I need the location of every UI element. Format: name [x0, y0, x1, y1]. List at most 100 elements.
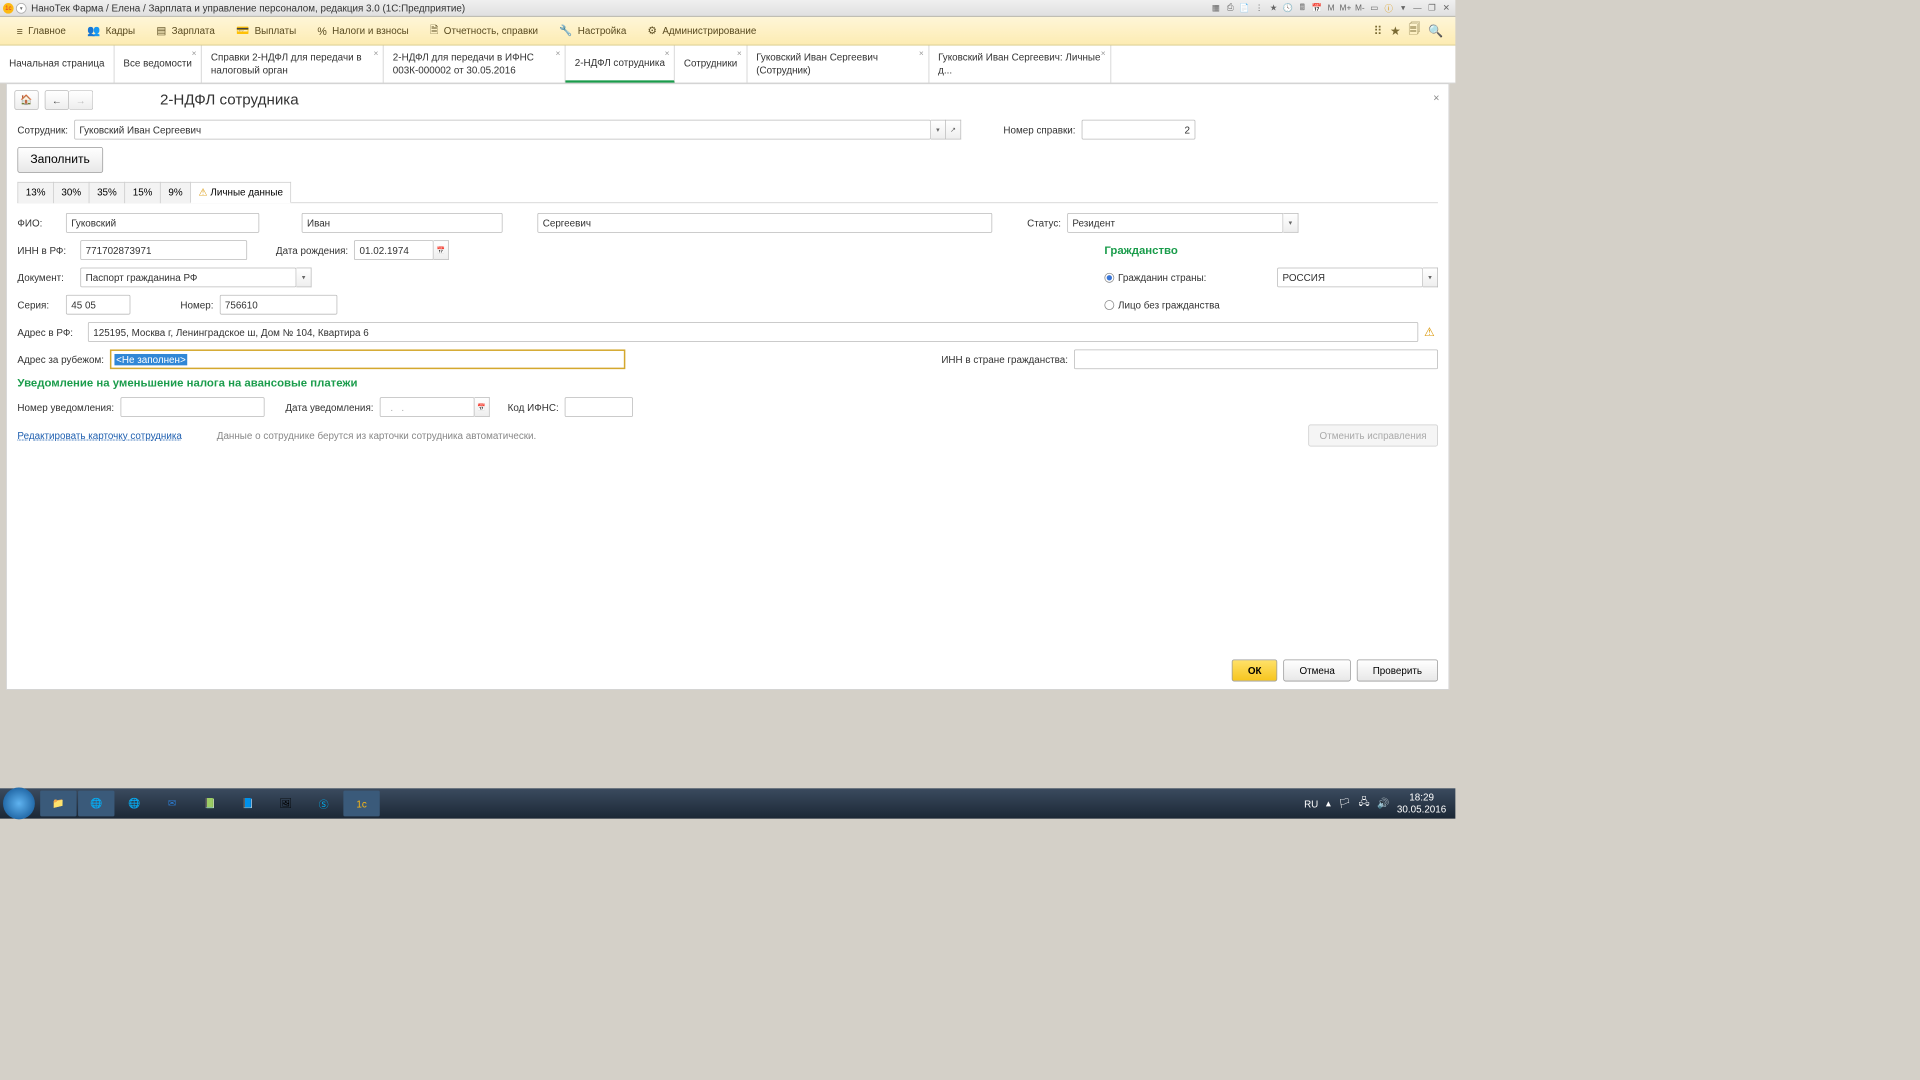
calendar-icon[interactable]: 📅	[1311, 2, 1323, 14]
search-icon[interactable]: 🔍	[1428, 23, 1443, 38]
ok-button[interactable]: ОК	[1232, 659, 1278, 681]
calendar-icon[interactable]: 📅	[474, 397, 489, 417]
1c-icon[interactable]: 1c	[343, 791, 379, 817]
menu-payments[interactable]: 💳Выплаты	[225, 17, 306, 45]
flag-icon[interactable]: 🏳	[1338, 797, 1351, 809]
inn-foreign-field[interactable]	[1074, 349, 1438, 369]
tab-employees[interactable]: Сотрудники×	[675, 45, 747, 82]
refnum-field[interactable]	[1082, 120, 1196, 140]
calc-icon[interactable]: 🖩	[1296, 2, 1308, 14]
tab-emp-card[interactable]: Гуковский Иван Сергеевич (Сотрудник)×	[747, 45, 929, 82]
addr-abroad-field[interactable]: <Не заполнен>	[110, 349, 625, 369]
explorer-icon[interactable]: 📁	[40, 791, 76, 817]
lastname-field[interactable]	[66, 213, 259, 233]
firstname-field[interactable]	[302, 213, 503, 233]
grid-icon[interactable]: ⠿	[1374, 23, 1383, 38]
excel-icon[interactable]: 📗	[192, 791, 228, 817]
edit-card-link[interactable]: Редактировать карточку сотрудника	[17, 430, 181, 441]
tab-35[interactable]: 35%	[89, 182, 125, 203]
fill-button[interactable]: Заполнить	[17, 147, 102, 173]
chevron-up-icon[interactable]: ▴	[1326, 797, 1331, 809]
home-button[interactable]: 🏠	[14, 90, 38, 110]
close-icon[interactable]: ×	[919, 49, 924, 60]
tab-personal[interactable]: ⚠Личные данные	[190, 182, 291, 203]
outlook-icon[interactable]: ✉	[154, 791, 190, 817]
check-button[interactable]: Проверить	[1357, 659, 1438, 681]
ifns-field[interactable]	[565, 397, 633, 417]
chrome-icon[interactable]: 🌐	[78, 791, 114, 817]
close-icon[interactable]: ×	[192, 49, 197, 60]
panel-icon[interactable]: ▭	[1368, 2, 1380, 14]
minimize-icon[interactable]: —	[1411, 2, 1423, 14]
notifnum-field[interactable]	[120, 397, 264, 417]
tool-icon[interactable]: ⋮	[1253, 2, 1265, 14]
sound-icon[interactable]: 🔊	[1377, 797, 1389, 809]
dob-field[interactable]	[354, 240, 434, 260]
network-icon[interactable]: 🖧	[1359, 795, 1370, 812]
tab-13[interactable]: 13%	[17, 182, 53, 203]
word-icon[interactable]: 📘	[230, 791, 266, 817]
fav-icon[interactable]: ★	[1267, 2, 1279, 14]
tab-start[interactable]: Начальная страница	[0, 45, 114, 82]
series-field[interactable]	[66, 295, 130, 315]
employee-field[interactable]	[74, 120, 931, 140]
start-button[interactable]	[3, 788, 35, 820]
cancel-button[interactable]: Отмена	[1284, 659, 1351, 681]
menu-reports[interactable]: 🗎Отчетность, справки	[419, 17, 548, 45]
tool-icon[interactable]: ⎙	[1224, 2, 1236, 14]
menu-settings[interactable]: 🔧Настройка	[549, 17, 637, 45]
clock[interactable]: 18:2930.05.2016	[1397, 792, 1446, 816]
dd-icon[interactable]: ▾	[1397, 2, 1409, 14]
skype-icon[interactable]: Ⓢ	[305, 791, 341, 817]
addr-field[interactable]: 125195, Москва г, Ленинградское ш, Дом №…	[88, 322, 1418, 342]
open-icon[interactable]: ↗	[946, 120, 961, 140]
menu-taxes[interactable]: %Налоги и взносы	[307, 17, 420, 45]
tab-9[interactable]: 9%	[160, 182, 191, 203]
dropdown-icon[interactable]: ▾	[296, 268, 311, 288]
m-icon[interactable]: M	[1325, 2, 1337, 14]
notifdate-field[interactable]	[380, 397, 475, 417]
menu-salary[interactable]: ▤Зарплата	[146, 17, 226, 45]
tool-icon[interactable]: ▦	[1210, 2, 1222, 14]
citizen-radio[interactable]	[1104, 273, 1114, 283]
info-icon[interactable]: ⓘ	[1383, 2, 1395, 14]
lang-indicator[interactable]: RU	[1304, 798, 1318, 809]
docnum-field[interactable]	[220, 295, 337, 315]
status-field[interactable]	[1067, 213, 1283, 233]
back-button[interactable]: ←	[45, 90, 69, 110]
copy-icon[interactable]: 🗐	[1408, 20, 1420, 40]
inn-field[interactable]	[80, 240, 247, 260]
stateless-radio[interactable]	[1104, 300, 1114, 310]
menu-main[interactable]: ≡Главное	[6, 17, 76, 45]
calendar-icon[interactable]: 📅	[434, 240, 449, 260]
close-icon[interactable]: ✕	[1440, 2, 1452, 14]
app-icon[interactable]: 🖼	[268, 791, 304, 817]
country-field[interactable]	[1277, 268, 1423, 288]
tool-icon[interactable]: 📄	[1239, 2, 1251, 14]
menu-staff[interactable]: 👥Кадры	[76, 17, 145, 45]
doc-field[interactable]	[80, 268, 296, 288]
tab-all[interactable]: Все ведомости×	[114, 45, 201, 82]
dropdown-icon[interactable]: ▾	[16, 3, 27, 14]
midname-field[interactable]	[537, 213, 992, 233]
mplus-icon[interactable]: M+	[1339, 2, 1351, 14]
tab-emp-personal[interactable]: Гуковский Иван Сергеевич: Личные д...×	[929, 45, 1111, 82]
close-icon[interactable]: ×	[1433, 92, 1439, 104]
maximize-icon[interactable]: ❐	[1426, 2, 1438, 14]
star-icon[interactable]: ★	[1390, 23, 1401, 38]
dropdown-icon[interactable]: ▾	[931, 120, 946, 140]
ie-icon[interactable]: 🌐	[116, 791, 152, 817]
close-icon[interactable]: ×	[1101, 49, 1106, 60]
tab-15[interactable]: 15%	[124, 182, 160, 203]
tab-2ndfl-ref[interactable]: Справки 2-НДФЛ для передачи в налоговый …	[202, 45, 384, 82]
tab-30[interactable]: 30%	[53, 182, 89, 203]
close-icon[interactable]: ×	[555, 49, 560, 60]
mminus-icon[interactable]: M-	[1354, 2, 1366, 14]
close-icon[interactable]: ×	[665, 49, 670, 60]
dropdown-icon[interactable]: ▾	[1283, 213, 1298, 233]
tab-2ndfl-ifns[interactable]: 2-НДФЛ для передачи в ИФНС 003К-000002 о…	[384, 45, 566, 82]
tab-2ndfl-emp[interactable]: 2-НДФЛ сотрудника×	[566, 45, 675, 82]
close-icon[interactable]: ×	[374, 49, 379, 60]
close-icon[interactable]: ×	[737, 49, 742, 60]
menu-admin[interactable]: ⚙Администрирование	[637, 17, 767, 45]
